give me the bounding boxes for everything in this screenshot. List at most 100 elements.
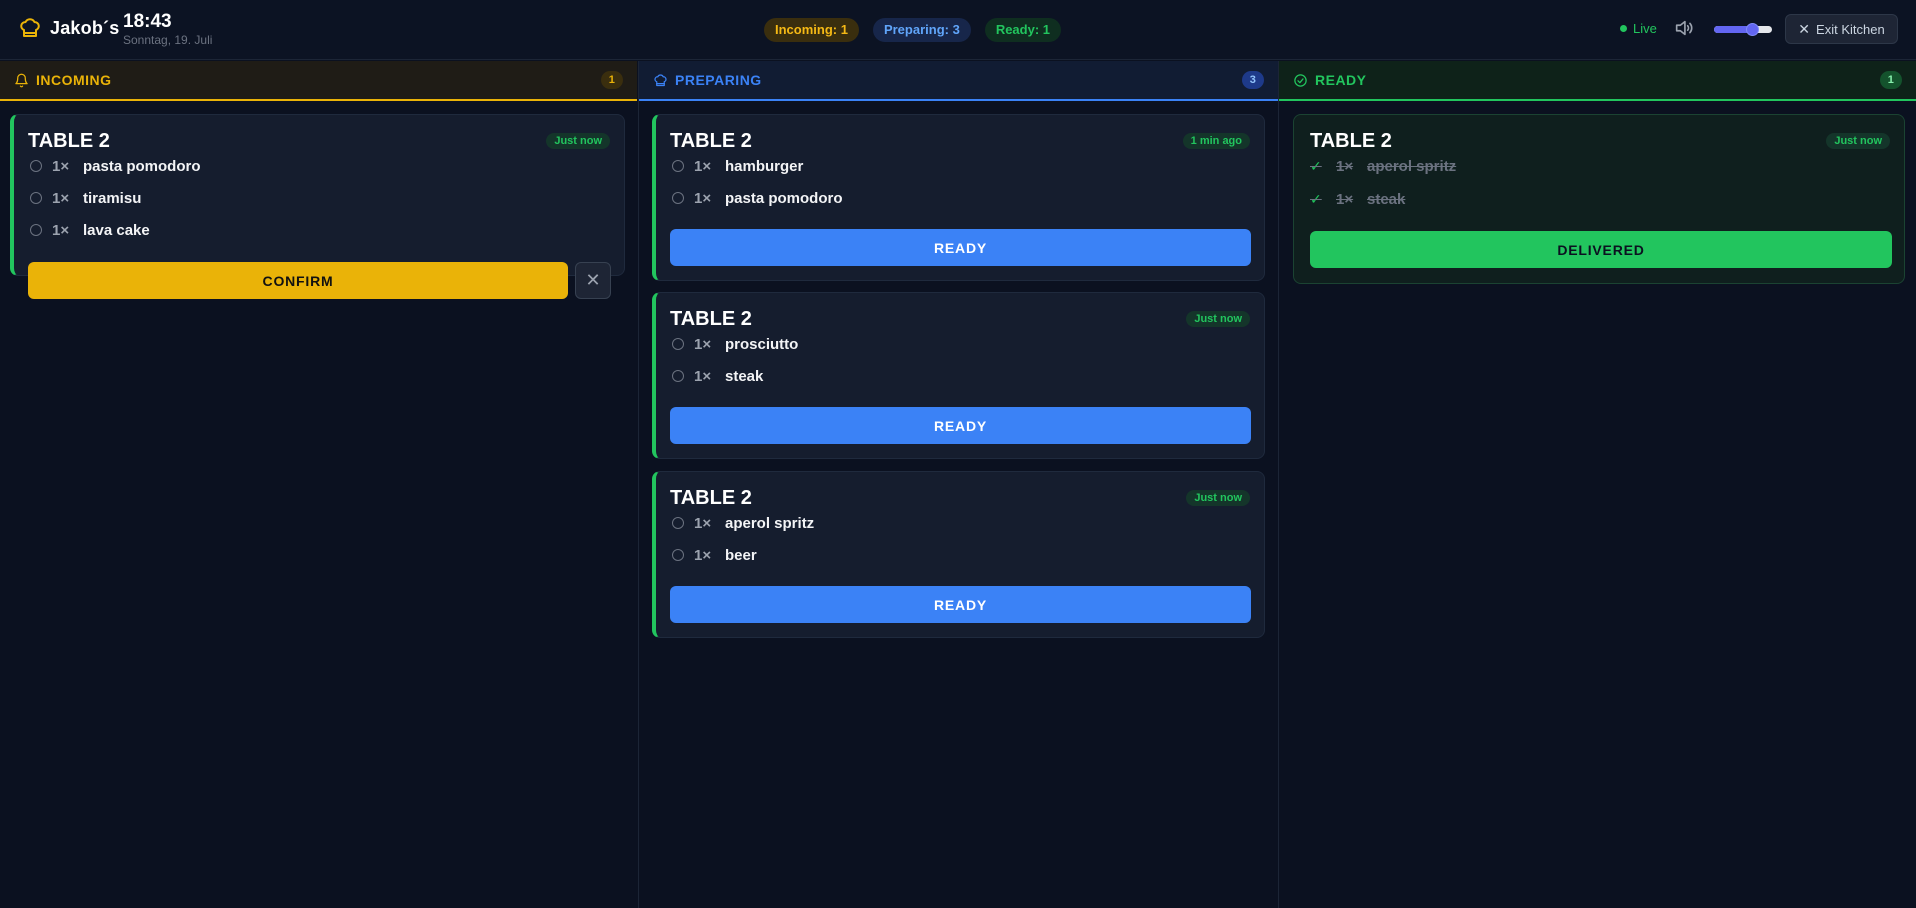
item-name: pasta pomodoro — [725, 189, 843, 207]
item-name: tiramisu — [83, 189, 142, 207]
item-quantity: 1× — [52, 221, 70, 239]
order-time-badge: Just now — [1826, 133, 1890, 149]
check-circle-icon — [1294, 73, 1307, 87]
brand: Jakob´s — [18, 16, 119, 40]
order-item[interactable]: 1× pasta pomodoro — [28, 155, 201, 177]
preparing-column-count: 3 — [1242, 71, 1264, 89]
order-item[interactable]: ✓ 1× aperol spritz — [1310, 155, 1456, 177]
order-table-label: TABLE 2 — [670, 308, 752, 330]
top-bar: Jakob´s 18:43 Sonntag, 19. Juli Incoming… — [0, 0, 1916, 60]
volume-slider[interactable] — [1714, 23, 1772, 36]
order-item[interactable]: 1× lava cake — [28, 219, 150, 241]
item-name: beer — [725, 546, 757, 564]
item-quantity: 1× — [694, 189, 712, 207]
mark-ready-button[interactable]: READY — [670, 407, 1251, 444]
item-checkbox[interactable] — [672, 192, 684, 204]
item-quantity: 1× — [694, 335, 712, 353]
item-name: steak — [725, 367, 764, 385]
exit-kitchen-label: Exit Kitchen — [1816, 21, 1885, 37]
item-name: aperol spritz — [725, 514, 815, 532]
close-icon: ✕ — [1798, 20, 1811, 37]
item-quantity: 1× — [694, 157, 712, 175]
live-dot-icon — [1620, 25, 1627, 32]
chef-hat-icon — [654, 74, 667, 86]
item-quantity: 1× — [694, 546, 712, 564]
item-name: aperol spritz — [1367, 157, 1457, 175]
order-table-label: TABLE 2 — [670, 487, 752, 509]
reject-button[interactable]: ✕ — [575, 262, 611, 299]
incoming-count-badge: Incoming: 1 — [764, 18, 859, 42]
item-quantity: 1× — [1336, 157, 1354, 175]
item-name: lava cake — [83, 221, 150, 239]
speaker-icon[interactable] — [1672, 17, 1696, 39]
incoming-column-header: INCOMING 1 — [0, 61, 637, 101]
ready-column-header: READY 1 — [1279, 61, 1916, 101]
clock: 18:43 Sonntag, 19. Juli — [123, 11, 212, 47]
item-name: prosciutto — [725, 335, 799, 353]
order-time-badge: 1 min ago — [1182, 133, 1250, 149]
incoming-column-count: 1 — [601, 71, 623, 89]
ready-column-count: 1 — [1880, 71, 1902, 89]
item-name: steak — [1367, 190, 1406, 208]
order-card: TABLE 2 Just now 1× prosciutto 1× steak … — [652, 292, 1265, 459]
order-table-label: TABLE 2 — [1310, 130, 1392, 152]
preparing-count-badge: Preparing: 3 — [872, 18, 971, 42]
order-card: TABLE 2 Just now 1× aperol spritz 1× bee… — [652, 471, 1265, 638]
clock-date: Sonntag, 19. Juli — [123, 33, 213, 47]
preparing-column-title: PREPARING — [675, 72, 762, 88]
order-item[interactable]: 1× pasta pomodoro — [670, 187, 843, 209]
order-item[interactable]: ✓ 1× steak — [1310, 188, 1405, 210]
live-label: Live — [1633, 21, 1657, 36]
item-checkbox[interactable] — [672, 338, 684, 350]
item-name: pasta pomodoro — [83, 157, 201, 175]
exit-kitchen-button[interactable]: ✕ Exit Kitchen — [1785, 14, 1898, 44]
check-icon: ✓ — [1310, 190, 1322, 207]
confirm-button[interactable]: CONFIRM — [28, 262, 568, 299]
incoming-column: INCOMING 1 TABLE 2 Just now 1× pasta pom… — [0, 61, 637, 908]
mark-ready-button[interactable]: READY — [670, 586, 1251, 623]
item-quantity: 1× — [694, 514, 712, 532]
order-item[interactable]: 1× tiramisu — [28, 187, 141, 209]
order-time-badge: Just now — [546, 133, 610, 149]
volume-thumb[interactable] — [1746, 23, 1759, 36]
close-icon: ✕ — [585, 270, 601, 290]
item-checkbox[interactable] — [30, 224, 42, 236]
chef-hat-icon — [20, 18, 40, 37]
order-table-label: TABLE 2 — [28, 130, 110, 152]
ready-count-badge: Ready: 1 — [984, 18, 1062, 42]
preparing-column-header: PREPARING 3 — [639, 61, 1278, 101]
bell-icon — [15, 73, 28, 87]
order-card: TABLE 2 Just now ✓ 1× aperol spritz ✓ 1×… — [1293, 114, 1905, 284]
preparing-column: PREPARING 3 TABLE 2 1 min ago 1× hamburg… — [638, 61, 1278, 908]
order-time-badge: Just now — [1186, 311, 1250, 327]
item-checkbox[interactable] — [30, 192, 42, 204]
order-time-badge: Just now — [1186, 490, 1250, 506]
live-indicator: Live — [1620, 21, 1657, 36]
clock-time: 18:43 — [123, 11, 172, 32]
order-item[interactable]: 1× steak — [670, 365, 763, 387]
ready-column: READY 1 TABLE 2 Just now ✓ 1× aperol spr… — [1278, 61, 1916, 908]
status-summary: Incoming: 1 Preparing: 3 Ready: 1 — [764, 18, 1062, 42]
item-checkbox[interactable] — [30, 160, 42, 172]
item-name: hamburger — [725, 157, 804, 175]
order-item[interactable]: 1× aperol spritz — [670, 512, 814, 534]
item-checkbox[interactable] — [672, 549, 684, 561]
order-item[interactable]: 1× beer — [670, 544, 757, 566]
item-quantity: 1× — [52, 189, 70, 207]
item-checkbox[interactable] — [672, 370, 684, 382]
check-icon: ✓ — [1310, 157, 1322, 174]
order-card: TABLE 2 Just now 1× pasta pomodoro 1× ti… — [10, 114, 625, 299]
order-item[interactable]: 1× hamburger — [670, 155, 803, 177]
order-table-label: TABLE 2 — [670, 130, 752, 152]
incoming-column-title: INCOMING — [36, 72, 112, 88]
order-item[interactable]: 1× prosciutto — [670, 333, 798, 355]
item-quantity: 1× — [694, 367, 712, 385]
item-checkbox[interactable] — [672, 517, 684, 529]
item-quantity: 1× — [1336, 190, 1354, 208]
ready-column-title: READY — [1315, 72, 1367, 88]
item-checkbox[interactable] — [672, 160, 684, 172]
delivered-button[interactable]: DELIVERED — [1310, 231, 1892, 268]
mark-ready-button[interactable]: READY — [670, 229, 1251, 266]
order-card: TABLE 2 1 min ago 1× hamburger 1× pasta … — [652, 114, 1265, 281]
item-quantity: 1× — [52, 157, 70, 175]
